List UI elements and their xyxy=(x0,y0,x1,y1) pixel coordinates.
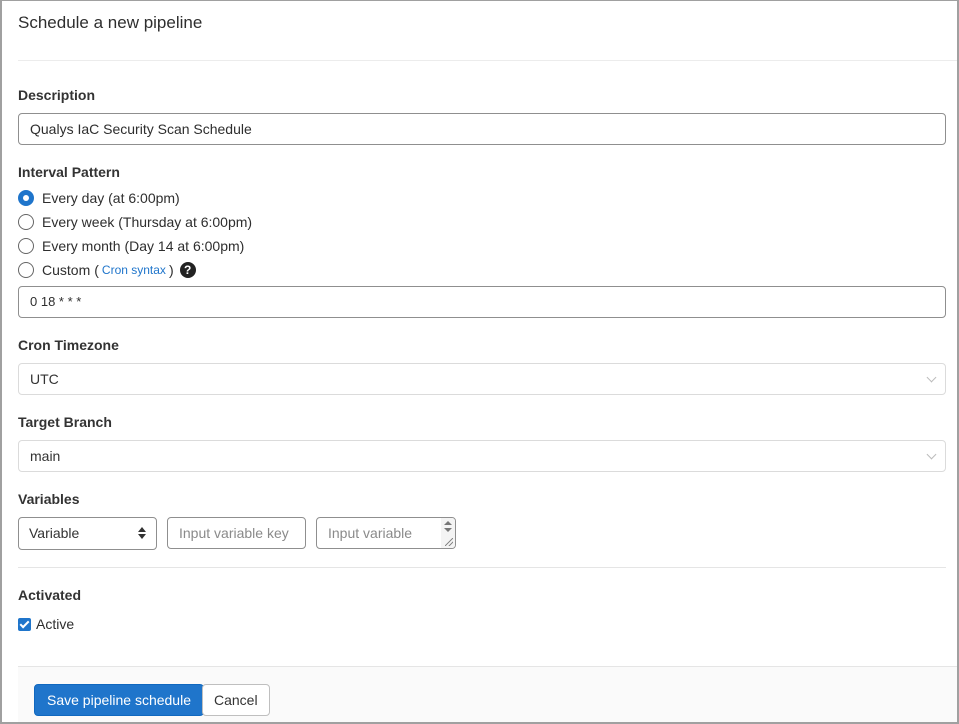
cron-timezone-value: UTC xyxy=(30,371,59,387)
sort-arrows-icon xyxy=(138,527,146,539)
radio-custom[interactable]: Custom ( Cron syntax ) ? xyxy=(18,260,196,280)
target-branch-value: main xyxy=(30,448,60,464)
radio-every-day-label: Every day (at 6:00pm) xyxy=(42,190,180,206)
close-paren: ) xyxy=(169,262,174,278)
interval-pattern-label: Interval Pattern xyxy=(18,164,120,180)
form-header: Schedule a new pipeline xyxy=(18,1,957,61)
active-checkbox-row[interactable]: Active xyxy=(18,616,74,632)
variable-value-placeholder: Input variable value xyxy=(328,525,412,549)
radio-every-month[interactable]: Every month (Day 14 at 6:00pm) xyxy=(18,236,244,256)
open-paren: ( xyxy=(94,262,99,278)
cron-input[interactable]: 0 18 * * * xyxy=(18,286,946,318)
target-branch-dropdown[interactable]: main xyxy=(18,440,946,472)
variable-value-textarea[interactable]: Input variable value xyxy=(316,517,456,549)
variable-type-select[interactable]: Variable xyxy=(18,517,157,550)
schedule-pipeline-form: Schedule a new pipeline Description Qual… xyxy=(0,0,959,724)
save-pipeline-schedule-button[interactable]: Save pipeline schedule xyxy=(34,684,204,716)
resize-handle-icon[interactable] xyxy=(445,538,453,546)
radio-every-week-label: Every week (Thursday at 6:00pm) xyxy=(42,214,252,230)
checkbox-checked-icon[interactable] xyxy=(18,618,31,631)
form-footer: Save pipeline schedule Cancel xyxy=(18,666,957,722)
radio-unchecked-icon[interactable] xyxy=(18,262,34,278)
description-input[interactable]: Qualys IaC Security Scan Schedule xyxy=(18,113,946,145)
page-title: Schedule a new pipeline xyxy=(18,13,202,33)
chevron-down-icon xyxy=(927,373,937,383)
section-divider xyxy=(18,567,946,568)
cancel-button[interactable]: Cancel xyxy=(202,684,270,716)
variables-label: Variables xyxy=(18,491,80,507)
question-circle-icon[interactable]: ? xyxy=(180,262,196,278)
target-branch-label: Target Branch xyxy=(18,414,112,430)
variable-type-value: Variable xyxy=(29,525,79,541)
active-checkbox-label: Active xyxy=(36,616,74,632)
radio-custom-label: Custom xyxy=(42,262,90,278)
radio-unchecked-icon[interactable] xyxy=(18,214,34,230)
radio-checked-icon[interactable] xyxy=(18,190,34,206)
radio-every-month-label: Every month (Day 14 at 6:00pm) xyxy=(42,238,244,254)
radio-every-day[interactable]: Every day (at 6:00pm) xyxy=(18,188,180,208)
cron-timezone-label: Cron Timezone xyxy=(18,337,119,353)
cron-timezone-dropdown[interactable]: UTC xyxy=(18,363,946,395)
activated-label: Activated xyxy=(18,587,81,603)
variable-key-input[interactable]: Input variable key xyxy=(167,517,306,549)
radio-unchecked-icon[interactable] xyxy=(18,238,34,254)
chevron-down-icon xyxy=(927,450,937,460)
radio-every-week[interactable]: Every week (Thursday at 6:00pm) xyxy=(18,212,252,232)
cron-syntax-link[interactable]: Cron syntax xyxy=(102,263,166,277)
description-label: Description xyxy=(18,87,95,103)
